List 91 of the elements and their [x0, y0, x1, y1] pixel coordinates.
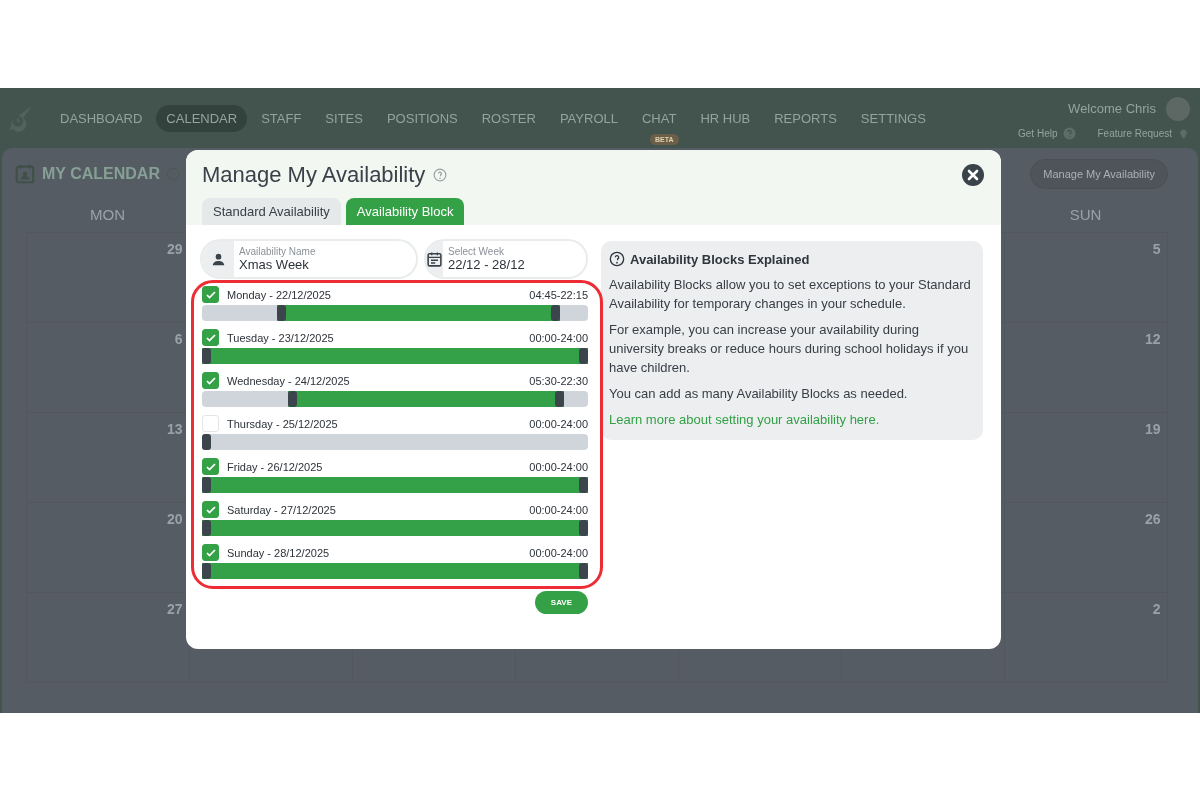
date-number: 27 — [166, 600, 183, 617]
slider-handle[interactable] — [202, 563, 211, 579]
nav-tab[interactable]: PAYROLL — [549, 104, 628, 132]
day-label: Thursday - 25/12/2025 — [227, 417, 338, 430]
time-range: 00:00-24:00 — [529, 503, 588, 516]
slider-handle[interactable] — [551, 305, 561, 321]
checkbox[interactable] — [202, 544, 219, 561]
date-number: 5 — [1152, 240, 1161, 257]
lightbulb-icon — [1177, 126, 1190, 140]
tab[interactable]: Availability Block — [345, 198, 465, 225]
slider-handle[interactable] — [202, 348, 211, 364]
range-slider[interactable] — [202, 563, 588, 579]
manage-availability-button[interactable]: Manage My Availability — [1030, 159, 1168, 189]
day-label: Monday - 22/12/2025 — [227, 288, 331, 301]
input-field[interactable]: Xmas Week — [239, 257, 389, 272]
day-label: Friday - 26/12/2025 — [227, 460, 323, 473]
info-title: Availability Blocks Explained — [630, 251, 810, 267]
field-label: Availability Name — [239, 246, 317, 257]
page-title: MY CALENDAR — [42, 165, 160, 183]
time-range: 00:00-24:00 — [529, 546, 588, 559]
slider-handle[interactable] — [579, 477, 588, 493]
nav-tab[interactable]: DASHBOARD — [50, 104, 153, 132]
close-button[interactable] — [961, 163, 985, 187]
date-number: 20 — [166, 510, 183, 527]
time-range: 00:00-24:00 — [529, 331, 588, 344]
time-range: 00:00-24:00 — [529, 417, 588, 430]
range-slider[interactable] — [202, 348, 588, 364]
checkbox[interactable] — [202, 372, 219, 389]
date-number: 29 — [166, 240, 183, 257]
nav-tab[interactable]: CALENDAR — [156, 104, 248, 132]
range-slider[interactable] — [202, 434, 588, 450]
checkbox[interactable] — [202, 286, 219, 303]
input-field[interactable]: 22/12 - 28/12 — [448, 257, 586, 272]
time-range: 05:30-22:30 — [529, 374, 588, 387]
checkmark-icon — [204, 331, 217, 344]
range-slider[interactable] — [202, 477, 588, 493]
field-label: Select Week — [448, 246, 505, 257]
range-slider[interactable] — [202, 305, 588, 321]
modal-title: Manage My Availability — [202, 162, 426, 188]
checkbox[interactable] — [202, 501, 219, 518]
date-number: 26 — [1144, 510, 1161, 527]
nav-tab[interactable]: POSITIONS — [376, 104, 468, 132]
checkmark-icon — [204, 546, 217, 559]
day-label: Tuesday - 23/12/2025 — [227, 331, 334, 344]
slider-handle[interactable] — [555, 391, 565, 407]
learn-more-link[interactable]: Learn more about setting your availability here. — [609, 412, 880, 427]
tab[interactable]: Standard Availability — [202, 198, 341, 225]
date-number: 12 — [1144, 330, 1161, 347]
slider-handle[interactable] — [202, 477, 211, 493]
nav-tab[interactable]: HR HUB — [690, 104, 761, 132]
save-button[interactable]: SAVE — [534, 591, 588, 614]
checkmark-icon — [204, 374, 217, 387]
date-number: 6 — [174, 330, 183, 347]
checkmark-icon — [204, 503, 217, 516]
nav-tab[interactable]: SETTINGS — [850, 104, 936, 132]
date-number: 2 — [1152, 600, 1161, 617]
nav-tab[interactable]: REPORTS — [764, 104, 847, 132]
slider-handle[interactable] — [202, 434, 211, 450]
weekday-header: MON — [89, 205, 126, 225]
nav-tab[interactable]: STAFF — [251, 104, 312, 132]
slider-handle[interactable] — [579, 348, 588, 364]
date-number: 13 — [166, 420, 183, 437]
calendar-person-icon — [14, 163, 36, 185]
day-label: Saturday - 27/12/2025 — [227, 503, 336, 516]
slider-handle[interactable] — [579, 520, 588, 536]
day-label: Sunday - 28/12/2025 — [227, 546, 330, 559]
checkmark-icon — [204, 460, 217, 473]
checkbox[interactable] — [202, 458, 219, 475]
slider-handle[interactable] — [288, 391, 298, 407]
info-paragraph: You can add as many Availability Blocks as needed. — [609, 385, 909, 403]
slider-handle[interactable] — [202, 520, 211, 536]
feature-request-link[interactable]: Feature Request — [1097, 126, 1190, 140]
checkmark-icon — [204, 288, 217, 301]
info-paragraph: For example, you can increase your availability during university breaks or reduce hours during school holidays if you have children. — [609, 321, 970, 377]
weekday-header: SUN — [1068, 205, 1103, 225]
time-range: 00:00-24:00 — [529, 460, 588, 473]
date-number: 19 — [1144, 420, 1161, 437]
slider-handle[interactable] — [579, 563, 588, 579]
calendar-icon — [426, 250, 443, 268]
welcome-text: Welcome Chris — [1068, 101, 1156, 116]
get-help-link[interactable]: Get Help — [1018, 126, 1076, 140]
day-label: Wednesday - 24/12/2025 — [227, 374, 350, 387]
range-slider[interactable] — [202, 391, 588, 407]
info-paragraph: Availability Blocks allow you to set exceptions to your Standard Availability for temporary changes in your schedule. — [609, 276, 972, 313]
checkbox[interactable] — [202, 329, 219, 346]
slider-handle[interactable] — [276, 305, 286, 321]
range-slider[interactable] — [202, 520, 588, 536]
nav-tab[interactable]: ROSTER — [471, 104, 546, 132]
nav-tab[interactable]: SITES — [315, 104, 373, 132]
nav-tab[interactable]: CHAT — [631, 104, 687, 132]
time-range: 04:45-22:15 — [529, 288, 588, 301]
